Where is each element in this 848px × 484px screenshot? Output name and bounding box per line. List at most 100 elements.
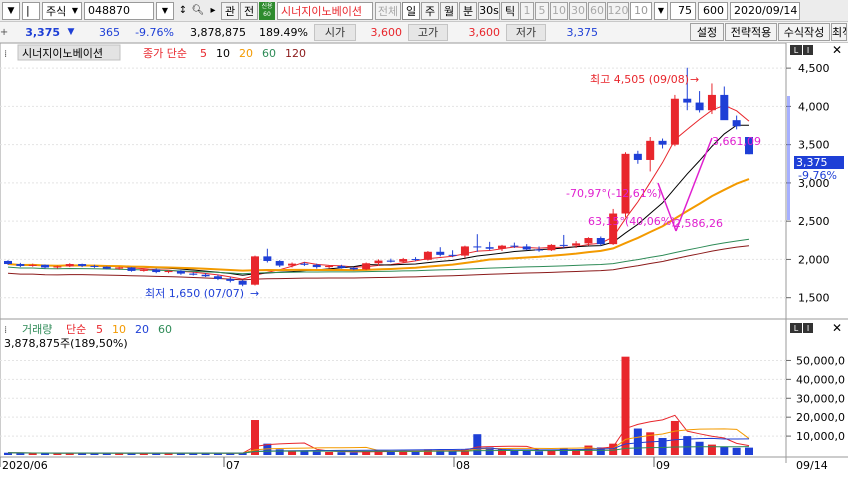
interval-60-button[interactable]: 60 — [588, 1, 606, 20]
volume-bar — [670, 420, 679, 455]
volume-bar — [547, 450, 556, 455]
interval-1-button[interactable]: 1 — [520, 1, 534, 20]
candle-body — [720, 94, 729, 121]
interval-input[interactable]: 10 — [630, 1, 652, 20]
price-tick-label: 2,000 — [798, 253, 830, 266]
price-tick-label: 2,500 — [798, 215, 830, 228]
date-input[interactable]: 2020/09/14 — [730, 1, 800, 20]
price-change-pct: -9.76% — [135, 25, 174, 39]
period-weekly-button[interactable]: 주 — [421, 1, 439, 20]
price-change: 365 — [99, 25, 120, 39]
candle-body — [288, 263, 297, 266]
spin-icon[interactable]: ↕ — [176, 2, 190, 20]
volume-ma-legend-item: 5 — [96, 323, 103, 336]
close-icon[interactable]: ✕ — [832, 43, 842, 57]
period-daily-button[interactable]: 일 — [402, 1, 420, 20]
volume-tick-label: 40,000,0 — [796, 373, 845, 386]
volume-bar — [325, 451, 334, 455]
interval-10-button[interactable]: 10 — [550, 1, 568, 20]
period-monthly-button[interactable]: 월 — [440, 1, 458, 20]
period-minute-button[interactable]: 분 — [459, 1, 477, 20]
all-period-button[interactable]: 전체 — [375, 1, 401, 20]
candle-body — [522, 246, 531, 250]
volume-bar — [312, 451, 321, 455]
candle-body — [399, 259, 408, 262]
candle-body — [448, 254, 457, 256]
volume-bar — [275, 449, 284, 455]
count-total: 600 — [698, 1, 728, 20]
angle-annotation-up: 63,15°(40,06%) — [588, 215, 676, 228]
interest-button[interactable]: 관 — [221, 1, 239, 20]
volume-close-icon[interactable]: ✕ — [832, 321, 842, 335]
candle-body — [670, 98, 679, 145]
stock-name-field[interactable]: 시너지이노베이션 — [277, 1, 373, 20]
volume-bar — [53, 453, 62, 455]
current-price: 3,375 — [25, 25, 60, 39]
stock-chart[interactable]: 시너지이노베이션 ⁞ 종가 단순 5 10 20 60 120 L I 4,500 4,0… — [0, 42, 848, 481]
candle-body — [65, 264, 74, 267]
candle-body — [683, 98, 692, 103]
interval-120-button[interactable]: 120 — [607, 1, 629, 20]
interval-5-button[interactable]: 5 — [535, 1, 549, 20]
x-tick-label: 08 — [456, 459, 470, 472]
volume-bar — [386, 451, 395, 455]
toolbar: ▼ | 주식 ▼ 048870 ▼ ↕ 🔍︎ ▸ 관 전 신용 60 시너지이노베… — [0, 0, 848, 22]
candle-body — [547, 244, 556, 251]
candle-body — [436, 251, 445, 255]
candle-body — [325, 265, 334, 268]
candle-body — [584, 238, 593, 244]
low-value: 3,375 — [566, 25, 599, 39]
interval-30-button[interactable]: 30 — [569, 1, 587, 20]
volume-ratio: 189.49% — [259, 25, 308, 39]
count-input[interactable]: 75 — [670, 1, 696, 20]
volume-tick-label: 10,000,0 — [796, 430, 845, 443]
x-tick-label: 2020/06 — [2, 459, 48, 472]
volume-grip-icon: ⁞ — [4, 325, 7, 336]
candle-body — [559, 244, 568, 246]
angle-annotation-down: -70,97°(-12,61%) — [566, 187, 661, 200]
volume-tick-label: 20,000,0 — [796, 411, 845, 424]
market-select-label: 주식 — [46, 4, 67, 18]
candle-body — [16, 264, 25, 266]
all-button[interactable]: 전 — [240, 1, 258, 20]
price-panel-buttons[interactable]: L I — [790, 45, 813, 55]
search-icon[interactable]: 🔍︎ — [191, 2, 205, 20]
formula-button[interactable]: 수식작성 — [778, 23, 830, 41]
expand-icon[interactable]: + — [0, 22, 8, 43]
panel-input[interactable]: | — [22, 1, 40, 20]
period-30s-button[interactable]: 30s — [478, 1, 500, 20]
candle-body — [115, 267, 124, 269]
high-arrow-icon: → — [690, 73, 699, 86]
volume-title: 거래량 — [22, 323, 52, 336]
volume-value-label: 3,878,875주(189,50%) — [4, 337, 128, 350]
code-dropdown-icon[interactable]: ▼ — [156, 1, 174, 20]
apply-strategy-button[interactable]: 전략적용 — [725, 23, 777, 41]
candle-body — [349, 267, 358, 270]
volume-bar — [448, 451, 457, 455]
stock-code-input[interactable]: 048870 — [84, 1, 154, 20]
dropdown-arrow-icon[interactable]: ▼ — [2, 1, 20, 20]
volume-bar — [473, 434, 482, 455]
candle-body — [460, 246, 469, 256]
open-value: 3,600 — [370, 25, 403, 39]
volume-ma-title: 단순 — [66, 323, 86, 336]
candle-body — [78, 264, 87, 266]
volume-bar — [720, 446, 729, 455]
market-select[interactable]: 주식 ▼ — [42, 1, 82, 20]
candle-body — [4, 260, 12, 265]
settings-button[interactable]: 설정 — [690, 23, 724, 41]
last-pct-label: -9.76% — [798, 169, 837, 182]
period-tick-button[interactable]: 틱 — [501, 1, 519, 20]
interval-dropdown-icon[interactable]: ▼ — [654, 1, 668, 20]
volume-bar — [115, 453, 124, 455]
candle-body — [90, 265, 99, 267]
optimize-button[interactable]: 최적 — [831, 23, 847, 41]
candle-body — [213, 276, 222, 279]
candle-body — [423, 251, 432, 260]
next-icon[interactable]: ▸ — [206, 2, 220, 20]
candle-body — [53, 266, 62, 268]
volume-panel-buttons[interactable]: L I — [790, 323, 813, 333]
trend-start-value: 2,586,26 — [674, 217, 723, 230]
candle-body — [362, 263, 371, 270]
candle-body — [572, 243, 581, 246]
